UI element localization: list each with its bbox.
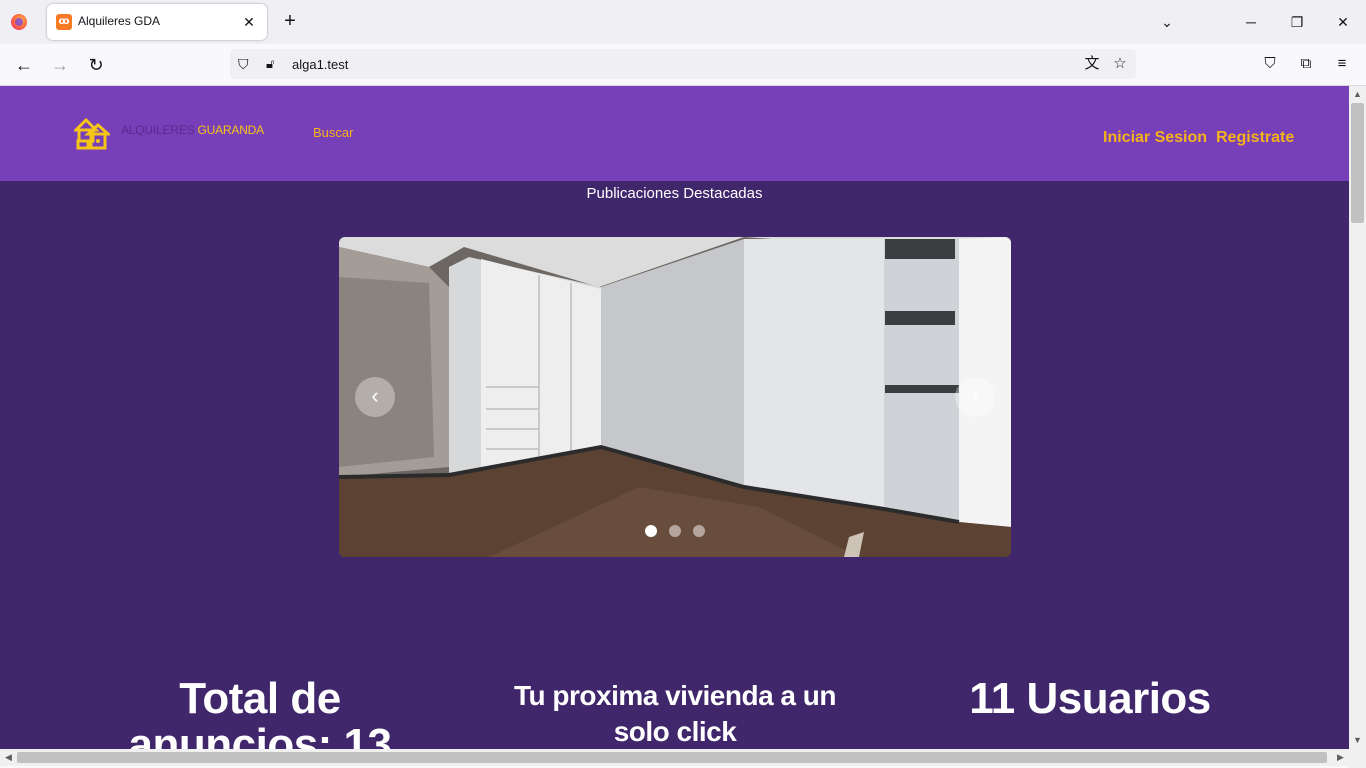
total-ads-stat: Total de anuncios: 13 <box>128 674 392 750</box>
horizontal-scrollbar[interactable]: ◀ ▶ <box>0 749 1349 766</box>
scrollbar-corner <box>1349 749 1366 768</box>
scroll-right-icon[interactable]: ▶ <box>1332 749 1349 766</box>
vertical-scroll-thumb[interactable] <box>1351 103 1364 223</box>
reload-icon[interactable]: ↻ <box>83 52 109 78</box>
close-window-icon[interactable]: ✕ <box>1331 10 1355 34</box>
room-photo <box>339 237 1011 557</box>
back-arrow-icon[interactable]: ← <box>11 52 37 78</box>
shield-icon[interactable]: ⛉ <box>238 56 252 72</box>
logo-word-1: ALQUILERES <box>121 123 195 137</box>
tab-title: Alquileres GDA <box>78 14 161 28</box>
horizontal-scroll-thumb[interactable] <box>17 752 1327 763</box>
carousel-dot-2[interactable] <box>669 525 681 537</box>
house-logo-icon[interactable] <box>74 114 110 150</box>
scroll-down-icon[interactable]: ▼ <box>1349 732 1366 749</box>
plus-icon[interactable]: + <box>279 10 301 32</box>
login-link[interactable]: Iniciar Sesion <box>1103 129 1207 147</box>
url-bar[interactable]: ⛉ 🔓︎ alga1.test 文 ☆ <box>230 49 1136 79</box>
translate-icon[interactable]: 文 <box>1082 54 1102 74</box>
carousel-prev-button[interactable]: ‹ <box>355 377 395 417</box>
vertical-scrollbar[interactable]: ▲ ▼ <box>1349 86 1366 749</box>
scroll-up-icon[interactable]: ▲ <box>1349 86 1366 103</box>
close-icon[interactable]: ✕ <box>239 12 259 32</box>
carousel-dot-3[interactable] <box>693 525 705 537</box>
extensions-icon[interactable]: ⧉ <box>1295 53 1317 75</box>
carousel-indicators <box>645 525 705 537</box>
url-text[interactable]: alga1.test <box>292 57 348 72</box>
minimize-icon[interactable]: ─ <box>1239 10 1263 34</box>
chevron-down-icon[interactable]: ⌄ <box>1155 10 1179 34</box>
firefox-icon[interactable] <box>11 14 27 30</box>
browser-tab-bar: ꝏ Alquileres GDA ✕ + ⌄ ─ ❐ ✕ <box>0 0 1366 44</box>
forward-arrow-icon[interactable]: → <box>47 52 73 78</box>
users-stat: 11 Usuarios <box>969 674 1211 723</box>
site-header: ALQUILERES GUARANDA Buscar Iniciar Sesio… <box>0 86 1349 181</box>
page-viewport: ALQUILERES GUARANDA Buscar Iniciar Sesio… <box>0 86 1349 749</box>
lock-icon[interactable]: 🔓︎ <box>266 56 280 72</box>
carousel-dot-1[interactable] <box>645 525 657 537</box>
logo-text[interactable]: ALQUILERES GUARANDA <box>121 123 264 137</box>
restore-icon[interactable]: ❐ <box>1285 10 1309 34</box>
logo-word-2: GUARANDA <box>197 123 265 137</box>
featured-title: Publicaciones Destacadas <box>586 185 763 202</box>
featured-carousel[interactable]: ‹ › <box>339 237 1011 557</box>
nav-search-link[interactable]: Buscar <box>313 125 353 140</box>
scroll-left-icon[interactable]: ◀ <box>0 749 17 766</box>
register-link[interactable]: Registrate <box>1216 129 1294 147</box>
browser-nav-bar: ← → ↻ ⛉ 🔓︎ alga1.test 文 ☆ ⛉ ⧉ ≡ <box>0 44 1366 86</box>
star-icon[interactable]: ☆ <box>1110 54 1130 74</box>
menu-icon[interactable]: ≡ <box>1331 53 1353 75</box>
browser-tab[interactable]: ꝏ Alquileres GDA ✕ <box>47 4 267 40</box>
carousel-next-button[interactable]: › <box>955 377 995 417</box>
pocket-icon[interactable]: ⛉ <box>1259 53 1281 75</box>
xampp-icon: ꝏ <box>56 14 72 30</box>
tagline-stat: Tu proxima vivienda a un solo click <box>513 680 837 747</box>
